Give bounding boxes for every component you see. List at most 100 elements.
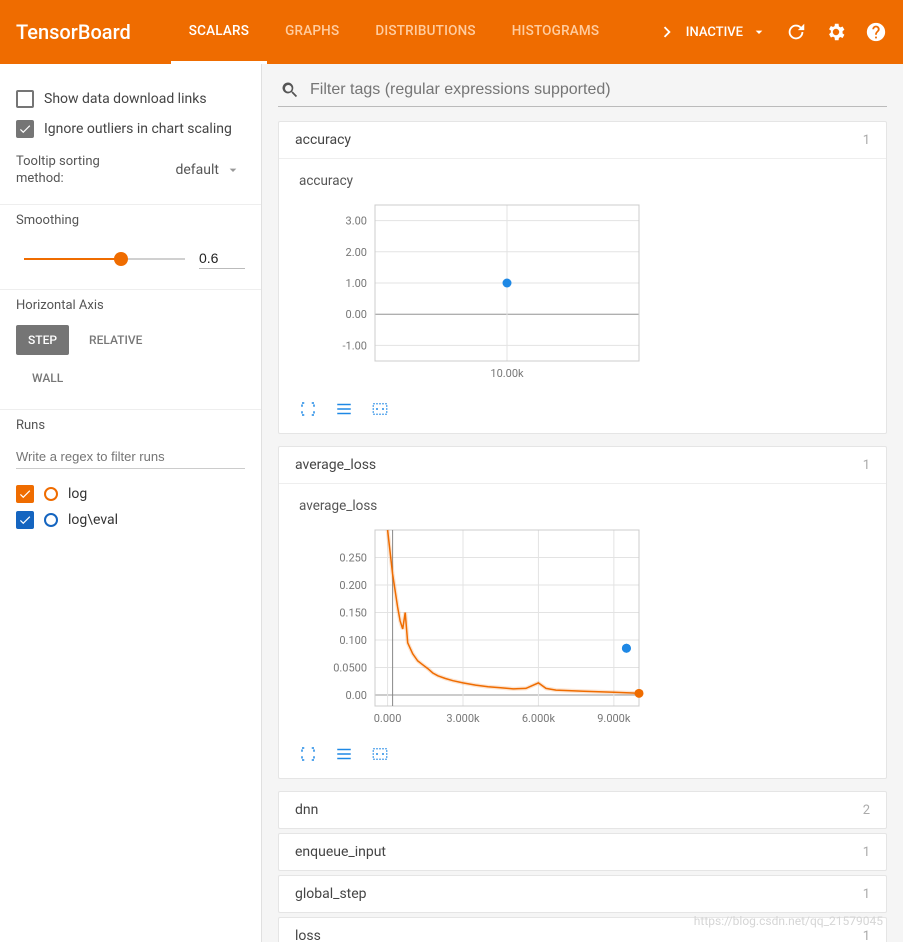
expand-icon[interactable] bbox=[295, 399, 321, 419]
gear-icon[interactable] bbox=[825, 21, 847, 43]
app-logo: TensorBoard bbox=[16, 20, 131, 44]
axis-btn-relative[interactable]: RELATIVE bbox=[77, 325, 154, 355]
smoothing-input[interactable] bbox=[199, 250, 245, 269]
axis-btn-wall[interactable]: WALL bbox=[20, 363, 245, 393]
scalar-card-collapsed[interactable]: dnn 2 bbox=[278, 791, 887, 829]
svg-text:3.00: 3.00 bbox=[346, 215, 367, 228]
axis-buttons: STEP RELATIVE WALL bbox=[16, 325, 245, 393]
tabs-scroll-right[interactable] bbox=[648, 21, 686, 43]
svg-text:-1.00: -1.00 bbox=[343, 339, 368, 352]
axis-btn-step[interactable]: STEP bbox=[16, 325, 69, 355]
scalar-card: average_loss 1 average_loss 0.00 0.0500 0.100… bbox=[278, 446, 887, 779]
runs-section: Runs log log\eval bbox=[0, 410, 261, 549]
run-row[interactable]: log bbox=[16, 481, 245, 507]
svg-text:0.150: 0.150 bbox=[339, 607, 367, 620]
chart-actions bbox=[295, 399, 870, 419]
svg-text:0.100: 0.100 bbox=[339, 634, 367, 647]
card-body: accuracy -1.00 0.00 1.00 2.00 3.00 10.00k bbox=[279, 159, 886, 433]
scalar-card: accuracy 1 accuracy -1.00 0.00 1.00 2.00 3.00 10… bbox=[278, 121, 887, 434]
card-tag: dnn bbox=[295, 802, 318, 818]
card-tag: average_loss bbox=[295, 457, 376, 473]
svg-text:0.00: 0.00 bbox=[346, 308, 367, 321]
checkbox-icon bbox=[16, 90, 34, 108]
ignore-outliers-row[interactable]: Ignore outliers in chart scaling bbox=[16, 114, 245, 144]
header-right: INACTIVE bbox=[686, 21, 887, 43]
axis-label: Horizontal Axis bbox=[16, 298, 245, 313]
svg-text:6.000k: 6.000k bbox=[522, 712, 556, 725]
fit-domain-icon[interactable] bbox=[367, 399, 393, 419]
chart-area[interactable]: 0.000.05000.1000.1500.2000.2500.0003.000… bbox=[315, 524, 870, 734]
ignore-outliers-label: Ignore outliers in chart scaling bbox=[44, 121, 232, 137]
card-tag: accuracy bbox=[295, 132, 351, 148]
runs-filter-input[interactable] bbox=[16, 445, 245, 469]
card-count: 1 bbox=[863, 929, 870, 942]
expand-icon[interactable] bbox=[295, 744, 321, 764]
run-checkbox-icon bbox=[16, 511, 34, 529]
card-header[interactable]: average_loss 1 bbox=[279, 447, 886, 484]
tab-graphs[interactable]: GRAPHS bbox=[267, 0, 357, 64]
chart-title: accuracy bbox=[299, 173, 870, 189]
toggle-log-icon[interactable] bbox=[331, 399, 357, 419]
main-content: accuracy1accuracy-1.000.001.002.003.0010… bbox=[262, 64, 903, 942]
card-body: average_loss0.000.05000.1000.1500.2000.2… bbox=[279, 484, 886, 778]
inactive-label: INACTIVE bbox=[686, 25, 743, 40]
chart-actions bbox=[295, 744, 870, 764]
chart-area[interactable]: -1.00 0.00 1.00 2.00 3.00 10.00k bbox=[315, 199, 870, 389]
run-checkbox-icon bbox=[16, 485, 34, 503]
run-color-icon bbox=[44, 513, 58, 527]
tag-filter-input[interactable] bbox=[310, 81, 885, 99]
smoothing-section: Smoothing bbox=[0, 205, 261, 290]
run-name: log\eval bbox=[68, 512, 118, 528]
scalar-card-collapsed[interactable]: enqueue_input 1 bbox=[278, 833, 887, 871]
svg-text:0.000: 0.000 bbox=[374, 712, 402, 725]
svg-text:3.000k: 3.000k bbox=[446, 712, 480, 725]
card-count: 1 bbox=[863, 845, 870, 860]
scalar-card-collapsed[interactable]: global_step 1 bbox=[278, 875, 887, 913]
tab-distributions[interactable]: DISTRIBUTIONS bbox=[357, 0, 493, 64]
svg-text:10.00k: 10.00k bbox=[490, 367, 524, 380]
toggle-log-icon[interactable] bbox=[331, 744, 357, 764]
tab-histograms[interactable]: HISTOGRAMS bbox=[494, 0, 618, 64]
smoothing-slider[interactable] bbox=[24, 258, 185, 260]
card-tag: enqueue_input bbox=[295, 844, 386, 860]
smoothing-slider-row bbox=[16, 240, 245, 273]
run-color-icon bbox=[44, 487, 58, 501]
show-download-label: Show data download links bbox=[44, 91, 207, 107]
tooltip-sort-value: default bbox=[175, 162, 219, 178]
show-download-row[interactable]: Show data download links bbox=[16, 84, 245, 114]
svg-text:0.200: 0.200 bbox=[339, 579, 367, 592]
scalar-card-collapsed[interactable]: loss 1 bbox=[278, 917, 887, 942]
tooltip-sort-select[interactable]: default bbox=[171, 160, 245, 181]
checkbox-checked-icon bbox=[16, 120, 34, 138]
svg-text:9.000k: 9.000k bbox=[597, 712, 631, 725]
chevron-down-icon bbox=[225, 162, 241, 178]
card-count: 2 bbox=[863, 803, 870, 818]
search-icon bbox=[280, 80, 300, 100]
sidebar-options: Show data download links Ignore outliers… bbox=[0, 76, 261, 205]
inactive-dropdown[interactable]: INACTIVE bbox=[686, 24, 767, 40]
card-count: 1 bbox=[863, 887, 870, 902]
run-row[interactable]: log\eval bbox=[16, 507, 245, 533]
svg-text:0.0500: 0.0500 bbox=[333, 662, 367, 675]
sidebar: Show data download links Ignore outliers… bbox=[0, 64, 262, 942]
run-name: log bbox=[68, 486, 87, 502]
card-count: 1 bbox=[863, 133, 870, 148]
chart-title: average_loss bbox=[299, 498, 870, 514]
tag-filter-row bbox=[278, 74, 887, 107]
card-count: 1 bbox=[863, 458, 870, 473]
card-tag: loss bbox=[295, 928, 321, 942]
svg-text:2.00: 2.00 bbox=[346, 246, 367, 259]
help-icon[interactable] bbox=[865, 21, 887, 43]
runs-label: Runs bbox=[16, 418, 245, 433]
header-tabs: SCALARSGRAPHSDISTRIBUTIONSHISTOGRAMS bbox=[171, 0, 648, 64]
svg-text:1.00: 1.00 bbox=[346, 277, 367, 290]
tooltip-sort-row: Tooltip sorting method: default bbox=[16, 144, 245, 188]
fit-domain-icon[interactable] bbox=[367, 744, 393, 764]
svg-text:0.00: 0.00 bbox=[346, 689, 367, 702]
axis-section: Horizontal Axis STEP RELATIVE WALL bbox=[0, 290, 261, 410]
card-tag: global_step bbox=[295, 886, 367, 902]
tab-scalars[interactable]: SCALARS bbox=[171, 0, 267, 64]
tooltip-sort-label: Tooltip sorting method: bbox=[16, 154, 106, 188]
refresh-icon[interactable] bbox=[785, 21, 807, 43]
card-header[interactable]: accuracy 1 bbox=[279, 122, 886, 159]
